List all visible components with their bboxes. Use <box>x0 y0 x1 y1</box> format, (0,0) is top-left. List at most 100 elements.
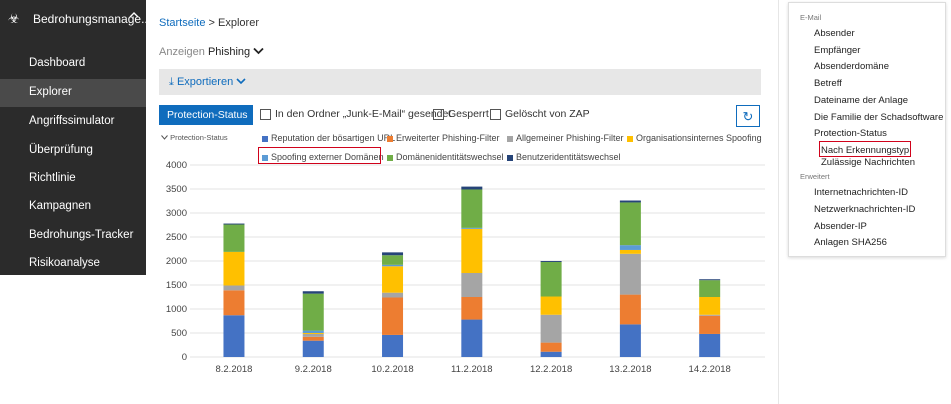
option-absender[interactable]: Absender <box>814 28 855 39</box>
legend-item[interactable]: Allgemeiner Phishing-Filter <box>507 133 624 143</box>
option-netzwerknachrichten-id[interactable]: Netzwerknachrichten-ID <box>814 204 915 215</box>
bar-segment <box>540 261 562 262</box>
protection-status-dropdown[interactable]: Protection-Status <box>159 105 253 138</box>
bar-segment <box>619 294 641 325</box>
option-zulaessige-nachrichten[interactable]: Zulässige Nachrichten <box>821 157 915 168</box>
sidebar-item-ueberpruefung[interactable]: Überprüfung <box>0 137 146 165</box>
chevron-up-icon[interactable] <box>128 9 140 24</box>
bar-segment <box>382 297 404 335</box>
bar-segment <box>619 324 641 357</box>
checkbox-box[interactable] <box>433 108 444 120</box>
bar-segment <box>540 296 562 315</box>
bar-segment <box>619 249 641 254</box>
sidebar-item-richtlinie[interactable]: Richtlinie <box>0 165 146 193</box>
legend-label: Erweiterter Phishing-Filter <box>396 133 500 143</box>
export-button[interactable]: ⤓ Exportieren <box>169 76 246 89</box>
bar-segment <box>619 200 641 203</box>
breadcrumb: Startseite > Explorer <box>159 17 259 29</box>
highlight-box <box>819 141 911 157</box>
chevron-down-icon <box>236 78 246 85</box>
sidebar-item-label: Bedrohungs-Tracker <box>29 229 134 241</box>
zap-deleted-checkbox[interactable]: Gelöscht von ZAP <box>490 108 590 120</box>
sidebar-item-label: Dashboard <box>29 57 86 69</box>
sidebar-item-label: Risikoanalyse <box>29 257 100 269</box>
bar-segment <box>540 342 562 352</box>
sidebar-item-kampagnen[interactable]: Kampagnen <box>0 193 146 221</box>
option-absender-ip[interactable]: Absender-IP <box>814 221 867 232</box>
sidebar: ☣ Bedrohungsmanage... Dashboard Explorer… <box>0 0 151 278</box>
sidebar-item-dashboard[interactable]: Dashboard <box>0 50 146 78</box>
blocked-checkbox[interactable]: Gesperrt <box>433 108 489 120</box>
option-absenderdomaene[interactable]: Absenderdomäne <box>814 61 889 72</box>
legend-swatch <box>507 135 513 142</box>
checkbox-box[interactable] <box>260 108 271 120</box>
option-protection-status[interactable]: Protection-Status <box>814 128 887 139</box>
sidebar-item-label: Explorer <box>29 86 72 98</box>
chevron-down-icon[interactable] <box>253 46 264 58</box>
legend-item[interactable]: Erweiterter Phishing-Filter <box>387 133 500 143</box>
bar-segment <box>619 202 641 246</box>
y-tick-label: 2500 <box>166 232 187 243</box>
option-empfaenger[interactable]: Empfänger <box>814 45 860 56</box>
bar-segment <box>223 223 245 225</box>
option-dateiname-anlage[interactable]: Dateiname der Anlage <box>814 95 908 106</box>
bar-segment <box>461 228 483 273</box>
junk-folder-checkbox[interactable]: In den Ordner „Junk-E-Mail“ gesendet <box>260 108 451 120</box>
y-tick-label: 1500 <box>166 280 187 291</box>
stacked-bar-chart: 0 500 1000 1500 2000 2500 3000 3500 4000 8.2.2018… <box>166 160 765 375</box>
sidebar-item-risikoanalyse[interactable]: Risikoanalyse <box>0 250 146 278</box>
bar-segment <box>302 333 324 337</box>
legend-swatch <box>627 135 633 142</box>
bar-segment <box>223 251 245 286</box>
breadcrumb-current: Explorer <box>218 17 259 29</box>
checkbox-label: Gesperrt <box>448 108 489 120</box>
legend-title-text: Protection-Status <box>170 133 228 142</box>
option-anlagen-sha256[interactable]: Anlagen SHA256 <box>814 237 887 248</box>
bar-segment <box>382 255 404 265</box>
bar-segment <box>461 319 483 357</box>
bar-segment <box>382 292 404 298</box>
legend-title: Protection-Status <box>161 133 228 142</box>
bar-segment <box>382 266 404 293</box>
x-tick-label: 14.2.2018 <box>689 364 731 375</box>
bar-segment <box>223 315 245 357</box>
bar-segment <box>382 264 404 267</box>
bar-segment <box>461 273 483 297</box>
sidebar-item-label: Angriffssimulator <box>29 115 115 127</box>
option-betreff[interactable]: Betreff <box>814 78 842 89</box>
legend-label: Reputation der bösartigen URL <box>271 133 396 143</box>
sidebar-item-angriffssimulator[interactable]: Angriffssimulator <box>0 108 146 136</box>
sidebar-item-label: Richtlinie <box>29 172 76 184</box>
legend-swatch <box>387 135 393 142</box>
bar-segment <box>302 330 324 333</box>
sidebar-header[interactable]: ☣ Bedrohungsmanage... <box>0 0 151 38</box>
option-schadsoftware-familie[interactable]: Die Familie der Schadsoftware <box>814 112 943 123</box>
bar-segment <box>619 245 641 250</box>
export-label: Exportieren <box>176 76 234 88</box>
legend-item[interactable]: Organisationsinternes Spoofing <box>627 133 762 143</box>
bar-segment <box>382 334 404 357</box>
bar-segment <box>540 261 562 297</box>
bar-segment <box>461 227 483 229</box>
bar-segment <box>302 336 324 341</box>
y-tick-label: 0 <box>182 352 187 363</box>
sidebar-item-explorer[interactable]: Explorer <box>0 79 146 107</box>
refresh-icon[interactable]: ↻ <box>736 105 760 127</box>
divider <box>778 0 779 404</box>
option-internetnachrichten-id[interactable]: Internetnachrichten-ID <box>814 187 908 198</box>
legend-item[interactable]: Reputation der bösartigen URL <box>262 133 395 143</box>
y-tick-label: 2000 <box>166 256 187 267</box>
x-tick-label: 11.2.2018 <box>451 364 493 375</box>
checkbox-box[interactable] <box>490 108 501 120</box>
view-selector[interactable]: Anzeigen Phishing <box>159 46 264 58</box>
breadcrumb-home-link[interactable]: Startseite <box>159 17 205 29</box>
bar-segment <box>223 224 245 252</box>
bar-segment <box>699 315 721 334</box>
bar-segment <box>699 297 721 315</box>
export-toolbar: ⤓ Exportieren <box>159 69 761 95</box>
x-tick-label: 13.2.2018 <box>609 364 651 375</box>
y-tick-label: 4000 <box>166 160 187 171</box>
sidebar-item-bedrohungs-tracker[interactable]: Bedrohungs-Tracker <box>0 222 146 250</box>
x-tick-label: 9.2.2018 <box>295 364 332 375</box>
view-value[interactable]: Phishing <box>208 46 250 58</box>
